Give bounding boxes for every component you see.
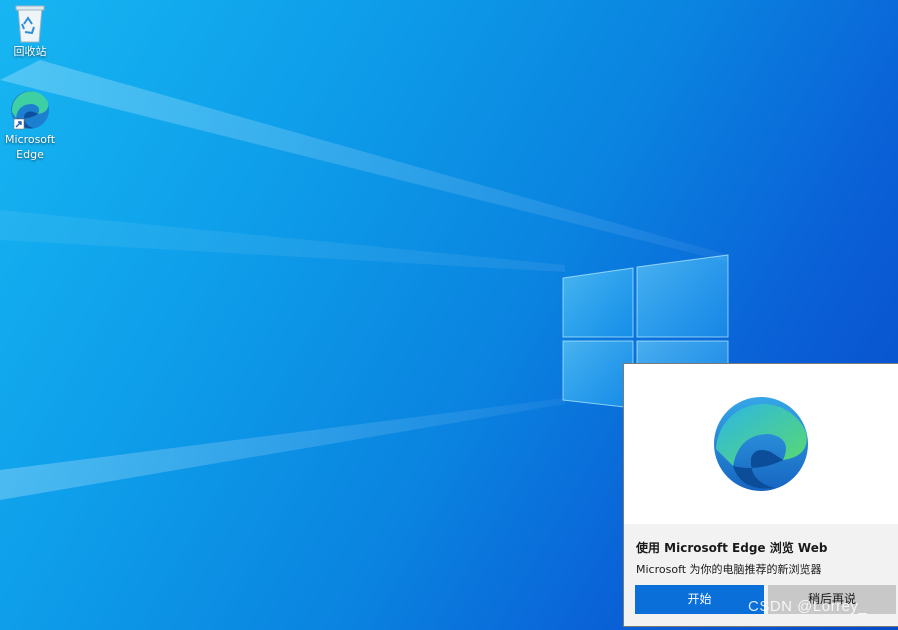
desktop-icon-label-line1: Microsoft: [0, 132, 60, 147]
start-button[interactable]: 开始: [635, 585, 764, 614]
watermark: CSDN @Lorrey_: [748, 598, 867, 615]
desktop-icon-label-line2: Edge: [0, 147, 60, 162]
light-beam-mid: [0, 210, 565, 272]
edge-icon: [8, 88, 52, 132]
desktop[interactable]: 回收站 Microsoft Edge: [0, 0, 898, 630]
edge-logo-icon: [711, 394, 811, 494]
desktop-icon-recycle-bin[interactable]: 回收站: [0, 2, 60, 59]
toast-title: 使用 Microsoft Edge 浏览 Web: [636, 539, 898, 556]
toast-description: Microsoft 为你的电脑推荐的新浏览器: [636, 561, 898, 577]
toast-hero: [624, 364, 898, 524]
edge-promo-toast: 使用 Microsoft Edge 浏览 Web Microsoft 为你的电脑…: [623, 363, 898, 627]
recycle-bin-icon: [12, 2, 48, 44]
desktop-icon-edge[interactable]: Microsoft Edge: [0, 88, 60, 162]
desktop-icon-label: 回收站: [0, 44, 60, 59]
light-beam-bottom: [0, 398, 565, 500]
